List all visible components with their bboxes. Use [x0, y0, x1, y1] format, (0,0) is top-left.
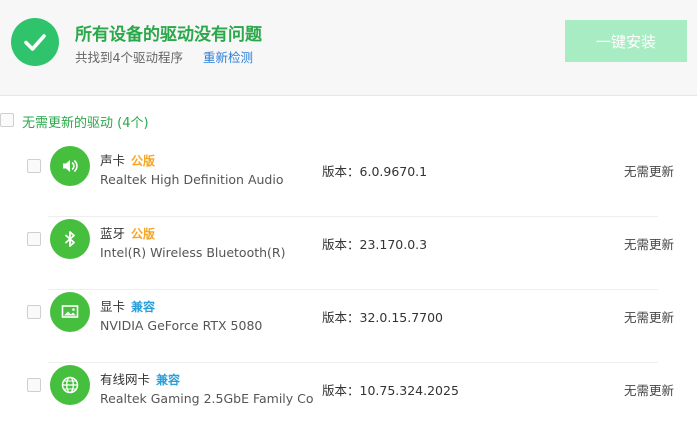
header-panel: 所有设备的驱动没有问题 共找到4个驱动程序 重新检测 一键安装: [0, 0, 697, 96]
driver-version: 版本：6.0.9670.1: [322, 161, 427, 180]
driver-version: 版本：10.75.324.2025: [322, 380, 459, 399]
driver-badge: 公版: [131, 227, 156, 241]
one-click-install-button[interactable]: 一键安装: [565, 20, 687, 62]
driver-badge: 兼容: [131, 300, 156, 314]
driver-version-value: 23.170.0.3: [359, 237, 428, 252]
driver-category-label: 有线网卡: [100, 372, 151, 387]
driver-device-name: Intel(R) Wireless Bluetooth(R): [100, 245, 286, 260]
driver-version-label: 版本：: [322, 383, 360, 398]
driver-device-name: NVIDIA GeForce RTX 5080: [100, 318, 263, 333]
driver-device-name: Realtek Gaming 2.5GbE Family Contr: [100, 391, 314, 406]
driver-status: 无需更新: [624, 164, 675, 179]
display-icon: [50, 292, 90, 332]
driver-category-label: 声卡: [100, 153, 126, 168]
driver-badge: 兼容: [156, 373, 181, 387]
driver-version-label: 版本：: [322, 310, 360, 325]
driver-count-text: 共找到4个驱动程序: [75, 50, 183, 65]
driver-select-checkbox[interactable]: [27, 232, 41, 246]
driver-row: 蓝牙 公版 Intel(R) Wireless Bluetooth(R) 版本：23.…: [0, 217, 697, 290]
driver-select-checkbox[interactable]: [27, 305, 41, 319]
driver-category-label: 显卡: [100, 299, 126, 314]
driver-row: 有线网卡 兼容 Realtek Gaming 2.5GbE Family Contr…: [0, 363, 697, 436]
driver-row: 显卡 兼容 NVIDIA GeForce RTX 5080 版本：32.0.15.77…: [0, 290, 697, 363]
driver-select-checkbox[interactable]: [27, 159, 41, 173]
check-icon: [11, 18, 59, 66]
driver-badge: 公版: [131, 154, 156, 168]
globe-icon: [50, 365, 90, 405]
driver-version-label: 版本：: [322, 164, 360, 179]
driver-category: 蓝牙 公版: [100, 223, 155, 242]
driver-status: 无需更新: [624, 310, 675, 325]
driver-category: 有线网卡 兼容: [100, 369, 180, 388]
recheck-link[interactable]: 重新检测: [203, 47, 253, 66]
driver-status: 无需更新: [624, 383, 675, 398]
section-no-update: 无需更新的驱动 (4个): [0, 112, 300, 131]
driver-category-label: 蓝牙: [100, 226, 126, 241]
driver-version-value: 6.0.9670.1: [359, 164, 428, 179]
driver-device-name: Realtek High Definition Audio: [100, 172, 284, 187]
driver-version-value: 32.0.15.7700: [359, 310, 444, 325]
bluetooth-icon: [50, 219, 90, 259]
driver-row: 声卡 公版 Realtek High Definition Audio 版本：6.0.…: [0, 144, 697, 217]
driver-category: 显卡 兼容: [100, 296, 155, 315]
driver-status: 无需更新: [624, 237, 675, 252]
driver-version-label: 版本：: [322, 237, 360, 252]
driver-version: 版本：23.170.0.3: [322, 234, 427, 253]
driver-version: 版本：32.0.15.7700: [322, 307, 443, 326]
driver-category: 声卡 公版: [100, 150, 155, 169]
page-title: 所有设备的驱动没有问题: [75, 25, 262, 45]
speaker-icon: [50, 146, 90, 186]
section-label: 无需更新的驱动 (4个): [22, 116, 149, 131]
driver-select-checkbox[interactable]: [27, 378, 41, 392]
driver-version-value: 10.75.324.2025: [359, 383, 459, 398]
section-select-all-checkbox[interactable]: [0, 113, 14, 127]
